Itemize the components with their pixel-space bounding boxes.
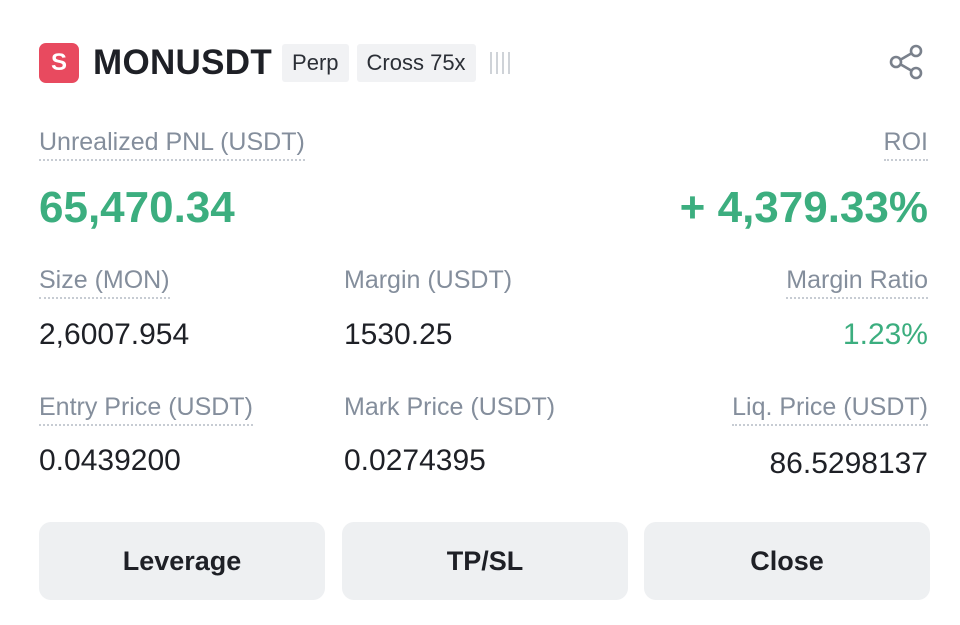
liq-price-value: 86.5298137 [769, 447, 929, 480]
contract-type-badge: Perp [282, 44, 349, 82]
leverage-button[interactable]: Leverage [39, 522, 325, 600]
unrealized-pnl-label[interactable]: Unrealized PNL (USDT) [39, 128, 305, 161]
liq-price-label[interactable]: Liq. Price (USDT) [732, 393, 928, 426]
margin-mode-badge[interactable]: Cross 75x [356, 44, 476, 82]
position-header: S MONUSDT Perp Cross 75x [39, 40, 928, 86]
entry-price-label[interactable]: Entry Price (USDT) [39, 393, 253, 426]
margin-label: Margin (USDT) [344, 266, 513, 294]
roi-value: + 4,379.33% [679, 183, 928, 232]
tp-sl-button[interactable]: TP/SL [342, 522, 628, 600]
risk-bars-icon [489, 52, 510, 74]
mark-price-label: Mark Price (USDT) [344, 393, 556, 421]
margin-ratio-label[interactable]: Margin Ratio [786, 266, 928, 299]
mark-price-value: 0.0274395 [344, 444, 486, 477]
share-icon[interactable] [886, 42, 926, 82]
size-label[interactable]: Size (MON) [39, 266, 170, 299]
margin-value: 1530.25 [344, 318, 453, 351]
roi-label[interactable]: ROI [883, 128, 928, 161]
position-card: S MONUSDT Perp Cross 75x Unrealized PNL … [0, 0, 960, 625]
coin-icon: S [39, 43, 79, 83]
unrealized-pnl-value: 65,470.34 [39, 183, 235, 232]
entry-price-value: 0.0439200 [39, 444, 181, 477]
close-position-button[interactable]: Close [644, 522, 930, 600]
size-value: 2,6007.954 [39, 318, 190, 351]
symbol-title[interactable]: MONUSDT [93, 43, 272, 83]
margin-ratio-value: 1.23% [842, 318, 928, 351]
